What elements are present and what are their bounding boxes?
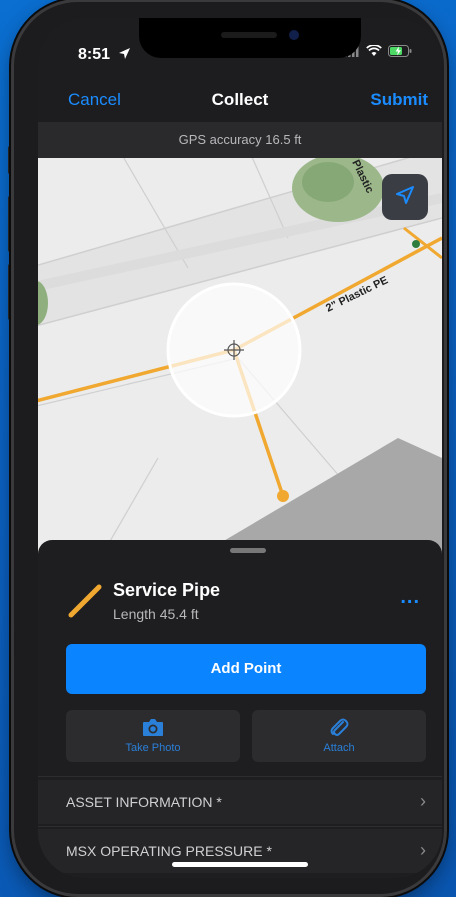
notch (139, 18, 361, 58)
take-photo-button[interactable]: Take Photo (66, 710, 240, 762)
paperclip-icon (252, 716, 426, 740)
phone-volume-up (8, 196, 12, 252)
chevron-right-icon: › (420, 791, 426, 811)
sheet-grabber[interactable] (230, 548, 266, 553)
tree-canopy (302, 162, 354, 202)
divider (38, 776, 442, 777)
phone-screen: 8:51 Cancel Collect Submit GPS accuracy … (38, 18, 442, 878)
take-photo-label: Take Photo (125, 742, 181, 754)
line-feature-icon (68, 584, 102, 623)
pipe-vertex-point[interactable] (277, 490, 289, 502)
phone-volume-down (8, 264, 12, 320)
navigation-bar: Cancel Collect Submit (38, 80, 442, 120)
map-canvas: 2" Plastic PE Plastic (38, 158, 442, 562)
attach-label: Attach (323, 742, 355, 754)
section-label: MSX OPERATING PRESSURE * (66, 843, 272, 859)
home-indicator[interactable] (172, 862, 308, 867)
add-point-button[interactable]: Add Point (66, 644, 426, 694)
feature-sheet: Service Pipe Length 45.4 ft ... Add Poin… (38, 540, 442, 878)
phone-side-button (8, 146, 12, 174)
navigation-arrow-icon (394, 184, 416, 211)
location-arrow-icon (118, 47, 131, 65)
feature-length: Length 45.4 ft (113, 606, 199, 622)
map-view[interactable]: 2" Plastic PE Plastic (38, 158, 442, 562)
feature-name: Service Pipe (113, 580, 221, 600)
submit-button[interactable]: Submit (370, 90, 428, 110)
gps-accuracy-banner: GPS accuracy 16.5 ft (38, 122, 442, 158)
section-asset-information[interactable]: ASSET INFORMATION * › (38, 780, 442, 824)
speaker-grille (221, 32, 277, 38)
locate-button[interactable] (382, 174, 428, 220)
camera-icon (66, 716, 240, 740)
front-camera (289, 30, 299, 40)
attach-button[interactable]: Attach (252, 710, 426, 762)
valve-marker[interactable] (412, 240, 420, 248)
battery-charging-icon (388, 44, 412, 62)
more-options-button[interactable]: ... (400, 586, 420, 609)
section-label: ASSET INFORMATION * (66, 794, 222, 810)
divider (38, 826, 442, 827)
status-time: 8:51 (78, 46, 111, 63)
chevron-right-icon: › (420, 840, 426, 860)
wifi-icon (366, 44, 382, 62)
